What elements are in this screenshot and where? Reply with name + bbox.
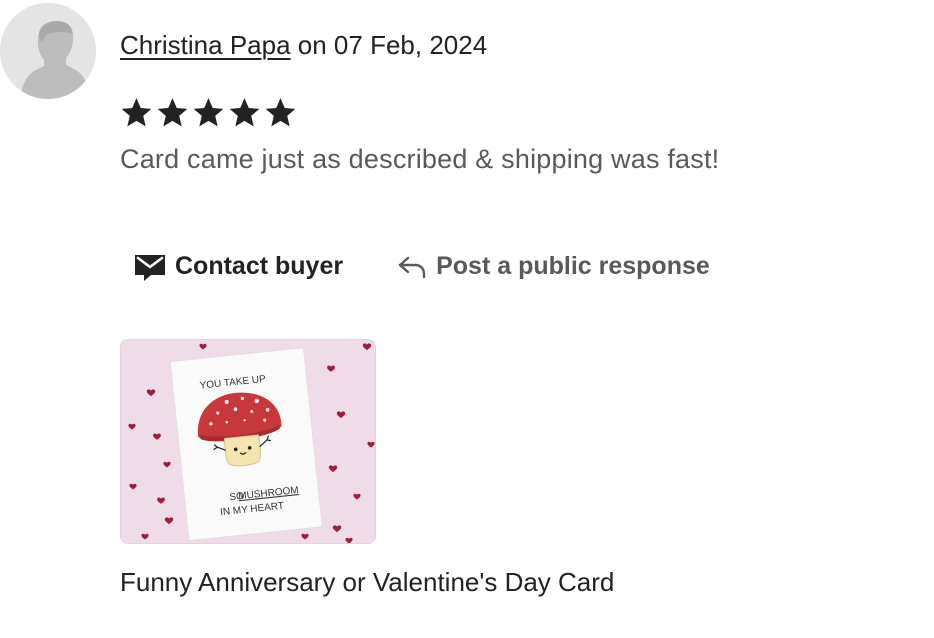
envelope-icon [134, 251, 166, 281]
star-icon [157, 98, 188, 127]
star-icon [121, 98, 152, 127]
star-icon [229, 98, 260, 127]
review-actions: Contact buyer Post a public response [120, 244, 724, 288]
reply-arrow-icon [397, 253, 427, 279]
reviewer-name-link[interactable]: Christina Papa [120, 30, 291, 60]
greeting-card-image: YOU TAKE UP SO MUSHROOM IN MY HEART [121, 340, 375, 543]
star-rating [119, 94, 298, 132]
review-header: Christina Papa on 07 Feb, 2024 [120, 28, 487, 62]
review-text: Card came just as described & shipping w… [120, 144, 720, 174]
default-avatar-icon [0, 3, 96, 99]
contact-buyer-label: Contact buyer [175, 251, 344, 280]
listing-title-link[interactable]: Funny Anniversary or Valentine's Day Car… [120, 565, 614, 599]
listing-thumbnail[interactable]: YOU TAKE UP SO MUSHROOM IN MY HEART [120, 339, 376, 544]
reviewer-avatar [0, 3, 96, 99]
star-icon [265, 98, 296, 127]
star-icon [193, 98, 224, 127]
date-prefix: on [290, 30, 334, 60]
contact-buyer-button[interactable]: Contact buyer [120, 251, 357, 281]
post-public-response-label: Post a public response [436, 251, 710, 280]
review-date: 07 Feb, 2024 [333, 30, 488, 60]
mushroom-stem [223, 434, 261, 467]
post-public-response-button[interactable]: Post a public response [383, 252, 724, 281]
